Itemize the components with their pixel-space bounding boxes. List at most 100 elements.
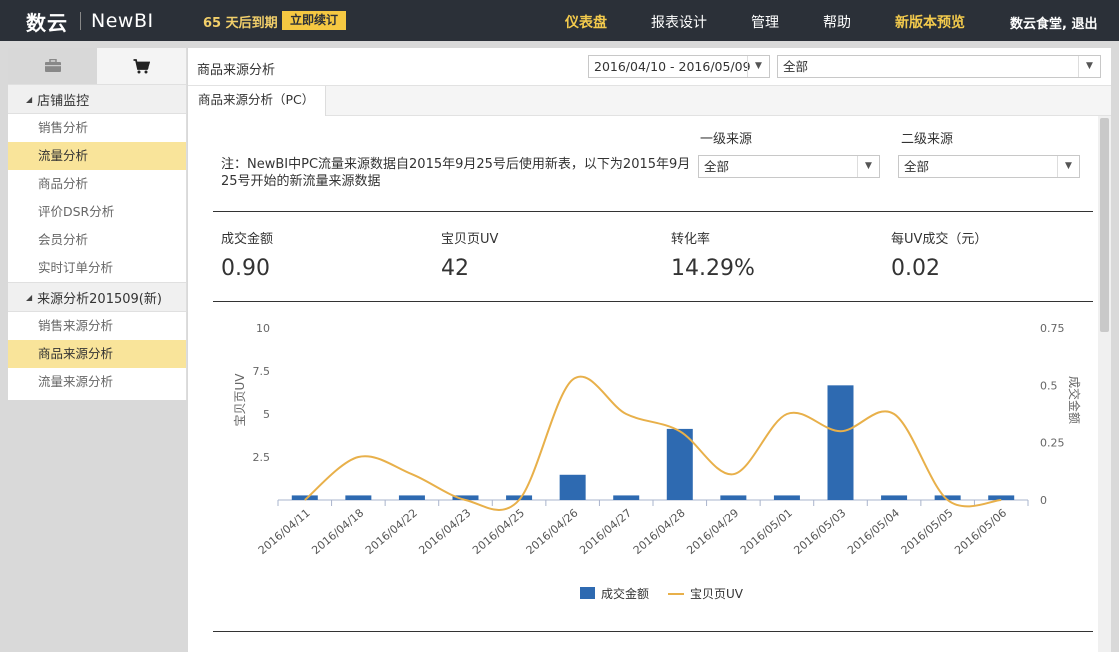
chevron-down-icon: ▼	[747, 56, 769, 77]
sidebar-tabs	[8, 48, 186, 84]
user-logout[interactable]: 数云食堂, 退出	[1010, 13, 1097, 32]
logo[interactable]: 数云 NewBI	[26, 9, 154, 35]
level2-source-select[interactable]: 全部 ▼	[898, 155, 1080, 178]
bar-amount	[881, 495, 908, 500]
group-label: 店铺监控	[37, 93, 90, 109]
filter-label-level1: 一级来源	[700, 132, 753, 147]
kpi-label-conversion: 转化率	[671, 232, 711, 247]
x-axis-tick-label: 2016/04/28	[631, 506, 688, 557]
line-uv	[304, 375, 1002, 511]
data-note: 注：NewBI中PC流量来源数据自2015年9月25号后使用新表，以下为2015…	[221, 157, 691, 189]
nav-dashboard[interactable]: 仪表盘	[565, 12, 607, 32]
title-bar: 商品来源分析 2016/04/10 - 2016/05/09 ▼ 全部 ▼	[188, 48, 1111, 86]
sidebar-item-sales-analysis[interactable]: 销售分析	[8, 114, 186, 142]
x-axis-tick-label: 2016/05/01	[738, 506, 795, 557]
kpi-value-uv: 42	[441, 256, 469, 281]
sidebar-item-member-analysis[interactable]: 会员分析	[8, 226, 186, 254]
sidebar-item-traffic-source[interactable]: 流量来源分析	[8, 368, 186, 396]
right-axis-tick-label: 0.75	[1040, 322, 1065, 335]
right-axis-tick-label: 0	[1040, 494, 1047, 507]
renew-button[interactable]: 立即续订	[282, 11, 347, 30]
sidebar-item-realtime-orders[interactable]: 实时订单分析	[8, 254, 186, 282]
x-axis-tick-label: 2016/04/26	[524, 506, 581, 557]
x-axis-tick-label: 2016/04/22	[363, 506, 420, 557]
page-title: 商品来源分析	[197, 63, 276, 78]
bar-amount	[720, 495, 747, 500]
scrollbar-thumb[interactable]	[1100, 118, 1109, 332]
vertical-scrollbar[interactable]	[1098, 116, 1111, 652]
x-axis-tick-label: 2016/05/06	[952, 506, 1009, 557]
expire-notice: 65 天后到期	[203, 16, 278, 31]
level1-source-value: 全部	[704, 159, 730, 174]
chevron-down-icon: ▼	[857, 156, 879, 177]
collapse-triangle-icon: ◢	[26, 292, 33, 302]
sidebar-item-traffic-analysis[interactable]: 流量分析	[8, 142, 186, 170]
x-axis-tick-label: 2016/04/18	[309, 506, 366, 557]
logo-text-en: NewBI	[91, 10, 154, 32]
tab-briefcase[interactable]	[8, 48, 97, 84]
nav-report-design[interactable]: 报表设计	[651, 12, 707, 32]
sidebar-item-product-source[interactable]: 商品来源分析	[8, 340, 186, 368]
sidebar-item-product-analysis[interactable]: 商品分析	[8, 170, 186, 198]
logo-separator	[80, 12, 81, 30]
x-axis-tick-label: 2016/04/25	[470, 506, 527, 557]
group-source-analysis[interactable]: ◢ 来源分析201509(新)	[8, 282, 186, 312]
group-store-monitor[interactable]: ◢ 店铺监控	[8, 84, 186, 114]
x-axis-tick-label: 2016/04/29	[684, 506, 741, 557]
kpi-label-amount: 成交金额	[221, 232, 274, 247]
bar-amount	[827, 385, 854, 500]
chevron-down-icon: ▼	[1078, 56, 1100, 77]
briefcase-icon	[44, 59, 61, 72]
top-bar: 数云 NewBI 65 天后到期 立即续订 仪表盘 报表设计 管理 帮助 新版本…	[0, 0, 1119, 41]
legend-label-uv: 宝贝页UV	[690, 587, 744, 601]
scope-select[interactable]: 全部 ▼	[777, 55, 1101, 78]
bar-amount	[773, 495, 800, 500]
legend-label-amount: 成交金额	[601, 586, 649, 601]
main-panel: 商品来源分析 2016/04/10 - 2016/05/09 ▼ 全部 ▼ 商品…	[188, 48, 1111, 652]
level1-source-select[interactable]: 全部 ▼	[698, 155, 880, 178]
legend-swatch-amount	[580, 587, 595, 599]
x-axis-tick-label: 2016/05/03	[792, 506, 849, 557]
right-axis-title: 成交金额	[1067, 376, 1082, 424]
nav-manage[interactable]: 管理	[751, 12, 779, 32]
cart-icon	[133, 58, 150, 73]
kpi-value-amount: 0.90	[221, 256, 270, 281]
left-axis-tick-label: 10	[256, 322, 270, 335]
bar-amount	[345, 495, 372, 500]
tab-product-source-pc[interactable]: 商品来源分析（PC）	[188, 86, 327, 116]
chevron-down-icon: ▼	[1057, 156, 1079, 177]
level2-source-value: 全部	[904, 159, 930, 174]
right-axis-tick-label: 0.25	[1040, 437, 1065, 450]
collapse-triangle-icon: ◢	[26, 94, 33, 104]
right-axis-tick-label: 0.5	[1040, 379, 1058, 392]
left-axis-title: 宝贝页UV	[233, 373, 247, 427]
scope-value: 全部	[783, 59, 809, 74]
sidebar: ◢ 店铺监控 销售分析 流量分析 商品分析 评价DSR分析 会员分析 实时订单分…	[8, 48, 187, 400]
combo-chart: 2.5 5 7.5 10 0 0.25 0.5 0.75 宝贝页UV 成交金额 2016/04/11…	[233, 322, 1082, 601]
x-axis-tick-label: 2016/04/27	[577, 506, 634, 557]
sidebar-item-dsr-analysis[interactable]: 评价DSR分析	[8, 198, 186, 226]
date-range-value: 2016/04/10 - 2016/05/09	[594, 59, 751, 74]
tab-cart[interactable]	[97, 48, 186, 84]
group-label: 来源分析201509(新)	[37, 291, 162, 307]
sidebar-item-sales-source[interactable]: 销售来源分析	[8, 312, 186, 340]
tab-row: 商品来源分析（PC）	[188, 86, 1111, 116]
filter-label-level2: 二级来源	[901, 132, 954, 147]
left-axis-tick-label: 5	[263, 408, 270, 421]
x-axis-tick-label: 2016/04/23	[417, 506, 474, 557]
kpi-value-per-uv: 0.02	[891, 256, 940, 281]
nav-help[interactable]: 帮助	[823, 12, 851, 32]
date-range-select[interactable]: 2016/04/10 - 2016/05/09 ▼	[588, 55, 770, 78]
bar-amount	[559, 474, 586, 500]
x-axis-tick-label: 2016/05/05	[899, 506, 956, 557]
kpi-value-conversion: 14.29%	[671, 256, 755, 281]
divider	[213, 301, 1093, 302]
bar-amount	[613, 495, 640, 500]
kpi-label-uv: 宝贝页UV	[441, 232, 499, 247]
x-axis-tick-label: 2016/05/04	[845, 506, 902, 557]
nav-new-version-preview[interactable]: 新版本预览	[895, 12, 965, 32]
divider	[213, 631, 1093, 632]
divider	[213, 211, 1093, 212]
kpi-label-per-uv: 每UV成交（元）	[891, 232, 988, 247]
left-axis-tick-label: 7.5	[253, 365, 271, 378]
